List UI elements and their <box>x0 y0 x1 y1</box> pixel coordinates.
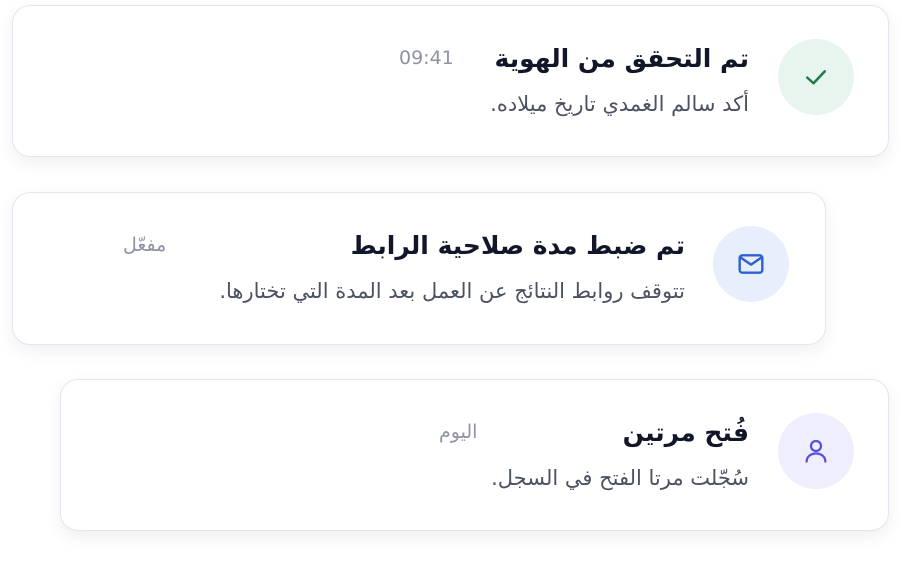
notification-card-link-expiry[interactable]: تم ضبط مدة صلاحية الرابط مفعّل تتوقف روا… <box>12 192 826 345</box>
notification-time: 09:41 <box>399 47 454 69</box>
mail-icon-circle <box>713 226 789 302</box>
notification-date: اليوم <box>439 421 478 443</box>
notification-title: تم ضبط مدة صلاحية الرابط <box>350 231 685 260</box>
notification-description: سُجّلت مرتا الفتح في السجل. <box>491 466 749 490</box>
notification-title: تم التحقق من الهوية <box>494 44 749 73</box>
notification-card-identity-verified[interactable]: تم التحقق من الهوية 09:41 أكد سالم الغمد… <box>12 5 889 157</box>
check-icon-circle <box>778 39 854 115</box>
notification-description: أكد سالم الغمدي تاريخ ميلاده. <box>490 92 749 116</box>
notification-title: فُتح مرتين <box>622 418 749 447</box>
user-icon <box>805 439 827 463</box>
user-icon-circle <box>778 413 854 489</box>
mail-icon <box>738 254 764 274</box>
notification-description: تتوقف روابط النتائج عن العمل بعد المدة ا… <box>219 279 685 303</box>
check-icon <box>806 70 826 85</box>
notification-status: مفعّل <box>123 234 167 256</box>
notification-card-opened-twice[interactable]: فُتح مرتين اليوم سُجّلت مرتا الفتح في ال… <box>60 379 889 531</box>
